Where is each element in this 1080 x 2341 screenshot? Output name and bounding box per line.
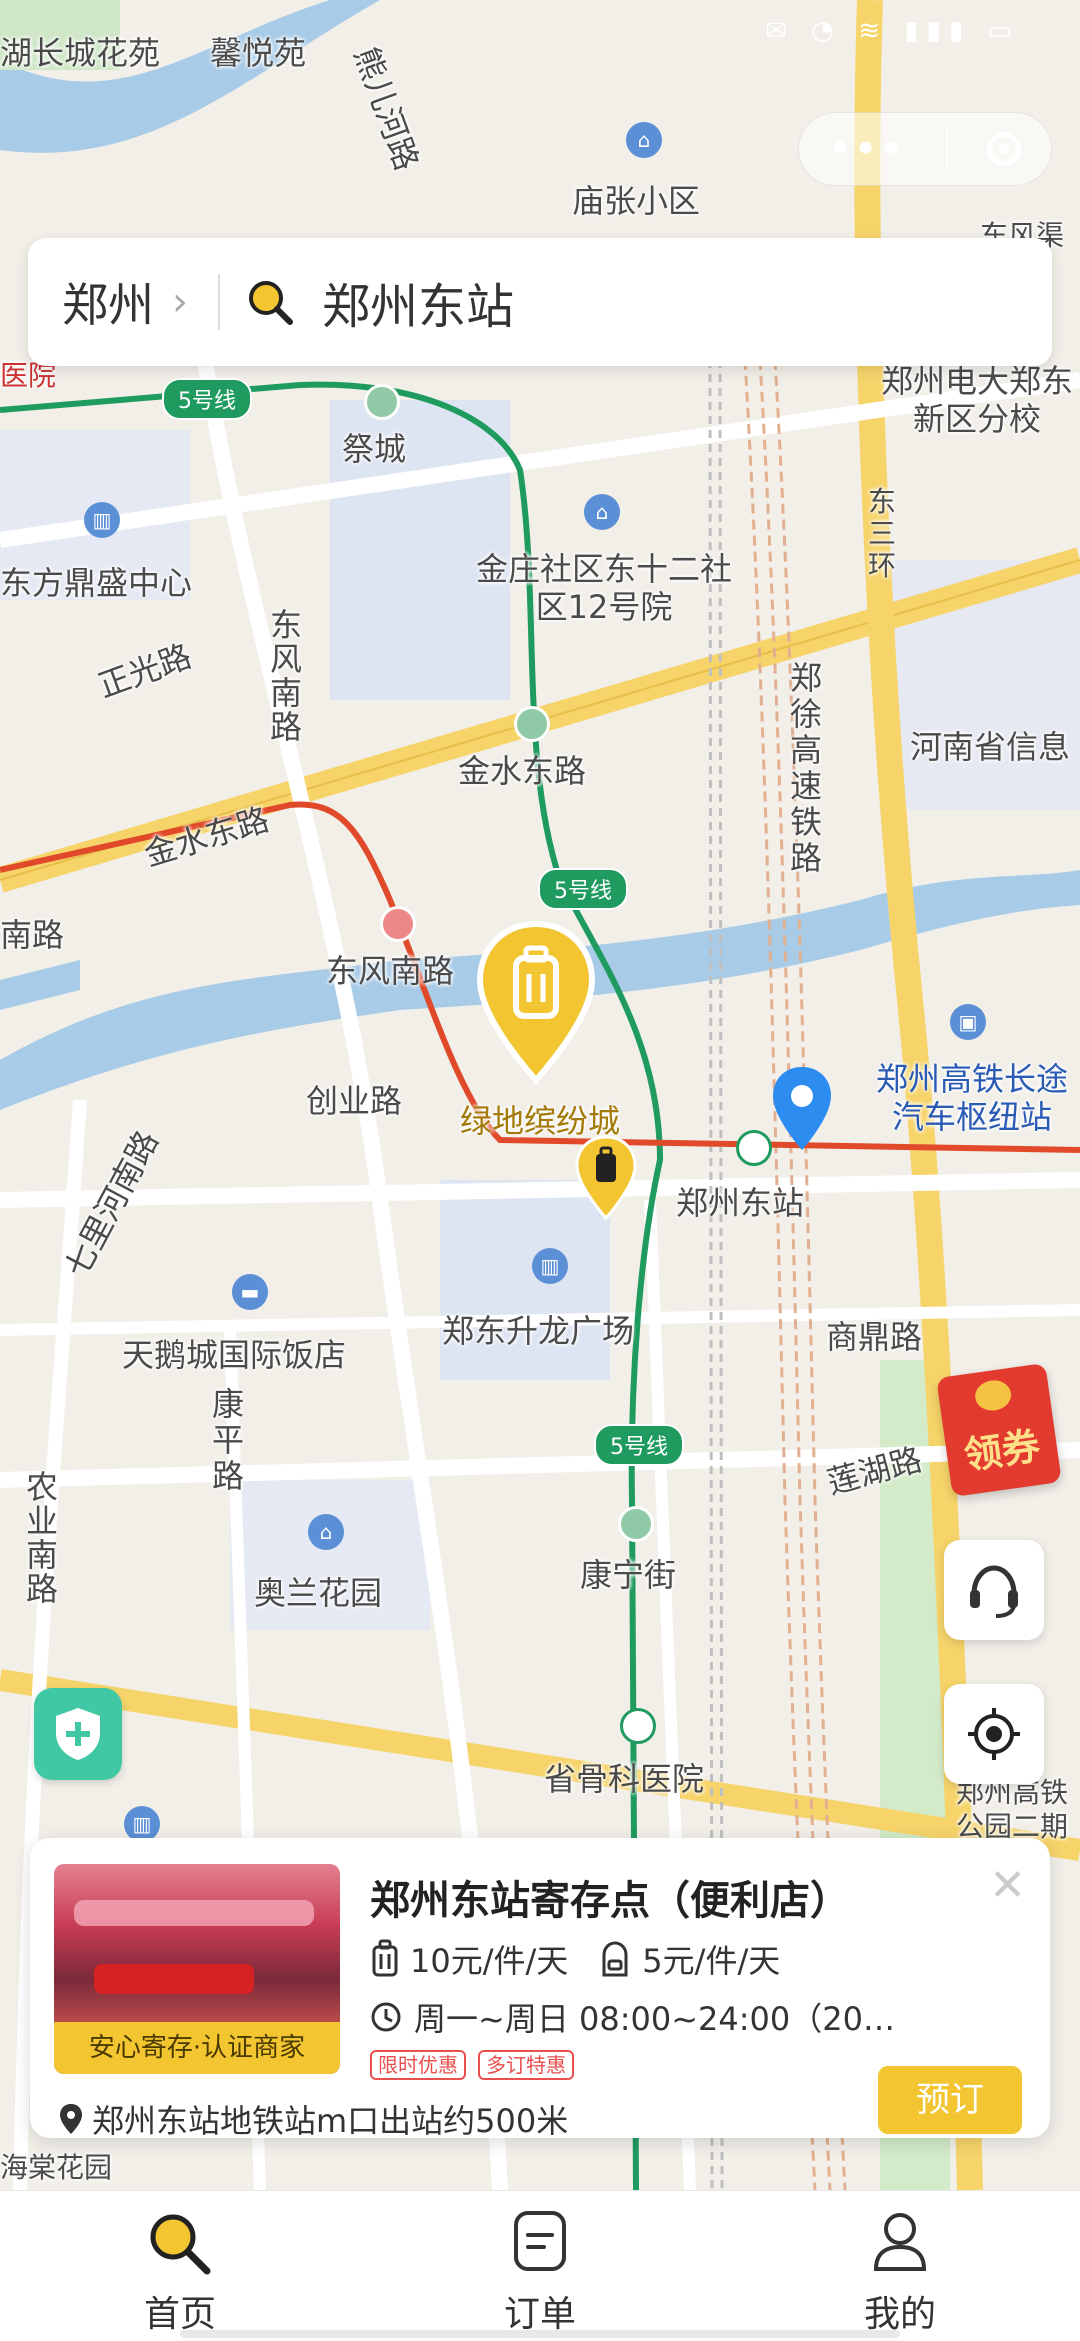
photo-blur [94, 1964, 254, 1994]
location-pin-icon [773, 1067, 831, 1150]
capsule-divider [945, 130, 948, 168]
metro-transfer-icon [620, 1708, 656, 1744]
suitcase-icon [372, 1939, 398, 1977]
tab-home[interactable]: 首页 [80, 2209, 280, 2337]
store-photo: 安心寄存·认证商家 [54, 1864, 340, 2074]
map-label: 金庄社区东十二社区12号院 [475, 550, 732, 626]
coupon-seal-icon [973, 1378, 1014, 1413]
promo-tag: 多订特惠 [478, 2050, 574, 2080]
tab-orders[interactable]: 订单 [440, 2209, 640, 2337]
map-label: 郑州高铁长途汽车枢纽站 [875, 1060, 1068, 1136]
map-label: 南路 [0, 916, 65, 954]
coupon-label: 领券 [961, 1423, 1043, 1478]
headset-icon [970, 1565, 1018, 1618]
coupon-button[interactable]: 领券 [936, 1362, 1062, 1498]
map-label: 东风南路 [270, 606, 303, 746]
store-address: 郑州东站地铁站m口出站约500米 [58, 2096, 568, 2142]
shield-plus-icon [56, 1708, 100, 1760]
safety-shield-button[interactable] [34, 1688, 122, 1780]
metro-transfer-icon [736, 1130, 772, 1166]
home-poi-icon: ⌂ [308, 1514, 344, 1550]
address-text: 郑州东站地铁站m口出站约500米 [92, 2102, 569, 2140]
book-button[interactable]: 预订 [878, 2066, 1022, 2134]
search-bar: 郑州 › [28, 238, 1052, 366]
hours-text: 周一~周日 08:00~24:00（20… [414, 2000, 895, 2038]
map-label: 郑徐高速铁路 [790, 659, 823, 877]
location-icon [60, 2104, 82, 2134]
search-icon [249, 281, 293, 325]
price-small-luggage: 5元/件/天 [598, 1936, 780, 1982]
map-label: 商鼎路 [826, 1318, 923, 1356]
map-label: 创业路 [306, 1082, 403, 1120]
map-label: 庙张小区 [572, 182, 701, 220]
price-large-luggage: 10元/件/天 [370, 1936, 568, 1982]
opening-hours: 周一~周日 08:00~24:00（20… [370, 1994, 895, 2040]
building-poi-icon: ▥ [84, 502, 120, 538]
map-label: 河南省信息 [910, 728, 1071, 766]
tab-profile[interactable]: 我的 [800, 2209, 1000, 2337]
search-input[interactable] [320, 273, 924, 331]
map-label: 康宁街 [580, 1556, 677, 1594]
backpack-icon [602, 1941, 628, 1977]
metro-line-badge: 5号线 [538, 868, 628, 910]
locker-pin-small-icon[interactable] [574, 1134, 638, 1222]
map-label: 奥兰花园 [254, 1574, 383, 1612]
status-icons: ✉ ◔ ≋ ▮▮▮ ▭ [765, 16, 1020, 46]
map-label: 东方鼎盛中心 [0, 564, 193, 602]
photo-blur [74, 1900, 314, 1926]
map-label: 郑州高铁公园二期 [956, 1776, 1069, 1843]
map-label: 农业南路 [26, 1468, 59, 1608]
map-label: 天鹅城国际饭店 [122, 1336, 347, 1374]
price-small: 5元/件/天 [642, 1942, 781, 1980]
metro-station-dot [380, 906, 416, 942]
search-divider [218, 274, 220, 330]
bus-poi-icon: ▣ [950, 1004, 986, 1040]
clock-icon [371, 2002, 401, 2032]
search-icon [150, 2214, 211, 2275]
mini-program-capsule[interactable]: ••• [798, 112, 1052, 186]
map-label: 省骨科医院 [544, 1760, 705, 1798]
locker-pin-icon[interactable] [474, 920, 598, 1090]
promo-tags: 限时优惠 多订特惠 [370, 2050, 586, 2080]
certified-badge: 安心寄存·认证商家 [54, 2022, 340, 2074]
map-label: 东三环 [868, 485, 897, 582]
more-icon[interactable]: ••• [829, 129, 906, 169]
map-label: 郑州东站 [676, 1184, 805, 1222]
building-poi-icon: ▥ [532, 1248, 568, 1284]
hotel-poi-icon: ▬ [232, 1274, 268, 1310]
map-label: 祭城 [342, 430, 407, 468]
map-label: 东风南路 [326, 952, 455, 990]
order-icon [514, 2211, 566, 2271]
map-label: 郑州电大郑东新区分校 [880, 362, 1073, 438]
close-program-icon[interactable] [986, 132, 1021, 166]
store-name: 郑州东站寄存点（便利店） [370, 1878, 850, 1924]
map-label: 郑东升龙广场 [442, 1312, 635, 1350]
metro-line-badge: 5号线 [162, 378, 252, 420]
profile-icon [873, 2213, 927, 2271]
price-large: 10元/件/天 [410, 1942, 569, 1980]
home-poi-icon: ⌂ [626, 122, 662, 158]
map-label: 海棠花园 [0, 2151, 113, 2184]
metro-station-dot [514, 706, 550, 742]
metro-station-dot [618, 1506, 654, 1542]
home-poi-icon: ⌂ [584, 494, 620, 530]
bottom-tab-bar: 首页 订单 我的 [0, 2190, 1080, 2341]
metro-line-badge: 5号线 [594, 1424, 684, 1466]
map-label: 康平路 [212, 1385, 245, 1495]
chevron-right-icon[interactable]: › [172, 279, 188, 325]
crosshair-icon [968, 1708, 1020, 1760]
status-bar: ✉ ◔ ≋ ▮▮▮ ▭ [0, 0, 1080, 70]
home-indicator [180, 2330, 900, 2338]
building-poi-icon: ▥ [124, 1806, 160, 1842]
customer-service-button[interactable] [944, 1540, 1044, 1640]
price-row: 10元/件/天 5元/件/天 [370, 1936, 810, 1982]
map-label: 金水东路 [458, 752, 587, 790]
close-card-icon[interactable]: ✕ [989, 1860, 1026, 1911]
storage-point-card[interactable]: 安心寄存·认证商家 郑州东站寄存点（便利店） ✕ 10元/件/天 5元/件/天 [30, 1838, 1050, 2140]
metro-station-dot [364, 384, 400, 420]
promo-tag: 限时优惠 [370, 2050, 466, 2080]
locate-me-button[interactable] [944, 1684, 1044, 1784]
city-selector[interactable]: 郑州 [62, 269, 154, 335]
